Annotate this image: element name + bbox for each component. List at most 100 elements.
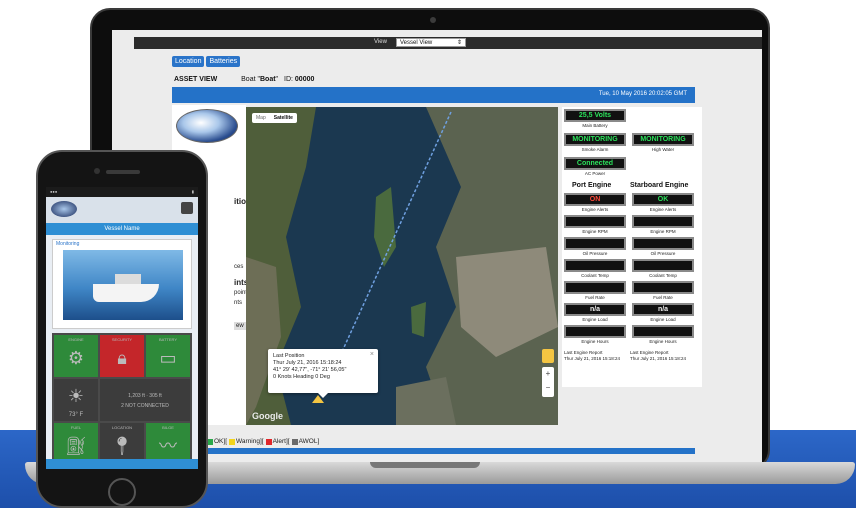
- gauge-caption: Oil Pressure: [650, 251, 676, 256]
- gauge-caption: Main Battery: [582, 123, 608, 128]
- port-last-report-time: Thur July 21, 2016 15:18:24: [564, 355, 621, 361]
- gauge-value: OK: [632, 193, 694, 206]
- popup-title: Last Position: [273, 353, 305, 359]
- fuel-icon: ⛽︎: [64, 436, 88, 457]
- tile-battery[interactable]: BATTERY ▭: [146, 335, 190, 377]
- legend-ok: OK][: [214, 438, 228, 445]
- phone-speaker: [106, 170, 140, 174]
- gauge-value: [632, 259, 694, 272]
- gauge-value: [564, 259, 626, 272]
- phone-camera: [94, 168, 100, 174]
- tile-label: ENGINE: [68, 337, 84, 342]
- signal-icon: ●●●: [50, 189, 58, 194]
- view-select[interactable]: Vessel View ⇕: [396, 38, 466, 47]
- gauge-value: MONITORING: [564, 133, 626, 146]
- tile-value: 73° F: [68, 412, 84, 418]
- gauge-caption: Engine Alerts: [581, 207, 609, 212]
- engine-icon: ⚙: [67, 348, 85, 369]
- gauge-value: ON: [564, 193, 626, 206]
- tile-weather[interactable]: ☀ 73° F: [54, 379, 98, 421]
- gauge-smoke-alarm: MONITORING Smoke Alarm: [564, 133, 626, 152]
- port-last-report: Last Engine Report Thur July 21, 2016 15…: [564, 350, 620, 361]
- boat-photo: [63, 250, 183, 320]
- engine-gauge: Oil Pressure: [632, 237, 694, 256]
- engine-gauge: Coolant Temp: [564, 259, 626, 278]
- boat-name: Boat: [259, 76, 276, 83]
- phone-screen: ●●● ▮ Vessel Name Monitoring ENGINE ⚙ SECU…: [46, 187, 198, 469]
- gauge-main-battery: 25,5 Volts Main Battery: [564, 109, 626, 128]
- lock-icon: 🔒︎: [117, 348, 127, 369]
- gauge-caption: Engine RPM: [650, 229, 676, 234]
- gauge-caption: Engine RPM: [582, 229, 608, 234]
- gauge-caption: Engine Alerts: [649, 207, 677, 212]
- starboard-last-report: Last Engine Report Thur July 21, 2016 15…: [630, 350, 686, 361]
- tile-engine[interactable]: ENGINE ⚙: [54, 335, 98, 377]
- left-fragment: ces: [234, 264, 244, 270]
- close-icon[interactable]: ×: [370, 351, 374, 358]
- tile-label: BILGE: [162, 425, 174, 430]
- legend-swatch-warning: [229, 438, 236, 445]
- tab-location[interactable]: Location: [172, 56, 205, 67]
- left-fragment[interactable]: ew: [234, 322, 246, 330]
- engine-gauge: ON Engine Alerts: [564, 193, 626, 212]
- engine-gauge: Oil Pressure: [564, 237, 626, 256]
- top-bar: View Vessel View ⇕: [134, 37, 762, 49]
- wave-icon: 〰: [159, 436, 177, 457]
- gauge-caption: Engine Hours: [581, 339, 609, 344]
- map-type-tabs: Map Satellite: [252, 113, 297, 123]
- engine-gauge: OK Engine Alerts: [632, 193, 694, 212]
- gauge-value: [632, 215, 694, 228]
- gauge-high-water: MONITORING High Water: [632, 133, 694, 152]
- tile-security[interactable]: SECURITY 🔒︎: [100, 335, 144, 377]
- status-tile-grid: ENGINE ⚙ SECURITY 🔒︎ BATTERY ▭ ☀ 73° F 1,203…: [52, 333, 192, 467]
- street-view-icon[interactable]: [542, 349, 554, 363]
- brand-logo: [176, 109, 238, 143]
- starboard-engine-title: Starboard Engine: [630, 182, 689, 189]
- laptop-camera: [430, 17, 436, 23]
- tile-info[interactable]: 1,203 ft · 305 ft 2 NOT CONNECTED: [100, 379, 190, 421]
- port-engine-title: Port Engine: [572, 182, 612, 189]
- phone-logo: [51, 201, 77, 217]
- map-tab-map[interactable]: Map: [252, 113, 270, 123]
- gauge-value: [564, 215, 626, 228]
- gauge-caption: Engine Hours: [649, 339, 677, 344]
- engine-gauge: n/a Engine Load: [564, 303, 626, 322]
- tab-bar: Location Batteries: [172, 56, 241, 67]
- gauge-caption: High Water: [651, 147, 675, 152]
- zoom-control[interactable]: + −: [542, 367, 554, 397]
- view-select-value: Vessel View: [400, 40, 433, 46]
- google-logo: Google: [252, 411, 283, 421]
- legend-swatch-awol: [291, 438, 298, 445]
- zoom-in-icon[interactable]: +: [546, 369, 551, 378]
- gauge-caption: AC Power: [584, 171, 606, 176]
- tile-label: LOCATION: [111, 425, 133, 430]
- phone-bottom-bar: [46, 459, 198, 469]
- map-pin-icon: 📍︎: [110, 436, 134, 457]
- menu-icon[interactable]: [181, 202, 193, 214]
- position-popup: × Last Position Thur July 21, 2016 15:18…: [268, 349, 378, 398]
- monitoring-label: Monitoring: [56, 241, 80, 247]
- footer-bar: [206, 448, 695, 454]
- boat-suffix: ": [275, 76, 279, 83]
- home-button[interactable]: [108, 478, 136, 506]
- engine-gauge: n/a Engine Load: [632, 303, 694, 322]
- boat-hull: [93, 284, 159, 302]
- status-legend: OK][ Warning][ Alert][ AWOL]: [206, 438, 319, 445]
- map-view[interactable]: Map Satellite + − × Last Position Thur Ju…: [246, 107, 558, 425]
- chevron-down-icon: ⇕: [456, 40, 462, 46]
- tab-batteries[interactable]: Batteries: [206, 56, 241, 67]
- map-tab-satellite[interactable]: Satellite: [270, 113, 297, 123]
- tile-label: FUEL: [70, 425, 82, 430]
- zoom-out-icon[interactable]: −: [546, 383, 551, 392]
- gauge-caption: Coolant Temp: [581, 273, 609, 278]
- marketing-scene: View Vessel View ⇕ Location Batteries AS…: [0, 0, 856, 508]
- header-datetime: Tue, 10 May 2016 20:02:05 GMT: [598, 91, 687, 97]
- gauge-value: 25,5 Volts: [564, 109, 626, 122]
- gauge-ac-power: Connected AC Power: [564, 157, 626, 176]
- laptop-screen: View Vessel View ⇕ Location Batteries AS…: [112, 30, 762, 462]
- gauge-value: [632, 281, 694, 294]
- gauge-caption: Fuel Rate: [585, 295, 605, 300]
- legend-warning: Warning][: [236, 438, 264, 445]
- gauge-value: [564, 325, 626, 338]
- legend-awol: AWOL]: [298, 438, 320, 445]
